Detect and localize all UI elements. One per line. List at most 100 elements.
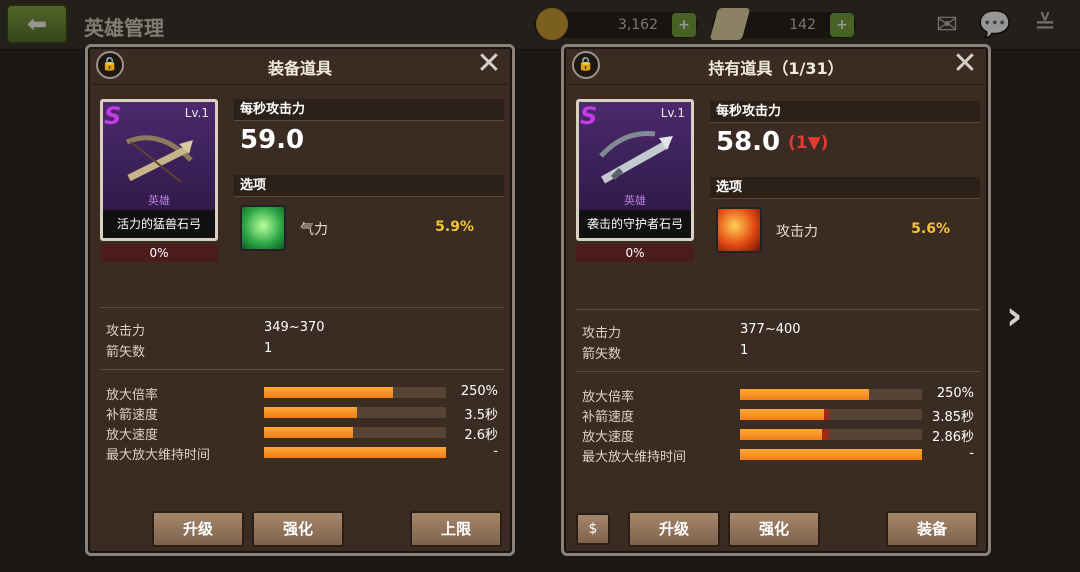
item-name: 袭击的守护者石弓 bbox=[579, 210, 691, 238]
divider bbox=[100, 307, 504, 308]
bar-value: 250% bbox=[460, 384, 498, 399]
item-grade: 英雄 bbox=[624, 194, 646, 207]
crossbow-icon bbox=[125, 135, 193, 183]
bar-label: 放大倍率 bbox=[106, 388, 159, 403]
stat-bar bbox=[264, 427, 446, 438]
stat-value: 1 bbox=[264, 341, 273, 356]
stat-bar bbox=[740, 449, 922, 460]
bar-label: 放大速度 bbox=[106, 428, 159, 443]
bar-label: 放大速度 bbox=[582, 430, 635, 445]
close-icon[interactable]: ✕ bbox=[474, 49, 504, 79]
dps-label: 每秒攻击力 bbox=[710, 101, 980, 123]
gold-counter: 3,162 + bbox=[534, 8, 698, 40]
divider bbox=[576, 309, 980, 310]
stat-label: 攻击力 bbox=[106, 324, 146, 339]
back-arrow-icon[interactable]: ⬅ bbox=[6, 4, 68, 44]
item-level: Lv.1 bbox=[660, 106, 685, 120]
option-value: 5.9% bbox=[435, 219, 474, 235]
page-title: 英雄管理 bbox=[84, 16, 164, 40]
panel-header: 🔒 持有道具（1/31） ✕ bbox=[564, 47, 988, 85]
stat-label: 箭矢数 bbox=[106, 345, 146, 360]
equipped-item-panel: 🔒 装备道具 ✕ S Lv.1 英雄 活力的猛兽石弓 0% 每秒攻击力 59.0… bbox=[85, 44, 515, 556]
bar-value: - bbox=[969, 446, 974, 461]
ticket-counter: 142 + bbox=[709, 8, 856, 40]
enhance-button[interactable]: 强化 bbox=[728, 511, 820, 547]
bar-fill bbox=[740, 429, 822, 440]
item-name: 活力的猛兽石弓 bbox=[103, 210, 215, 238]
bar-label: 放大倍率 bbox=[582, 390, 635, 405]
bar-value: 3.85秒 bbox=[932, 410, 974, 425]
bar-fill bbox=[264, 407, 357, 418]
bar-fill bbox=[264, 447, 446, 458]
close-icon[interactable]: ✕ bbox=[950, 49, 980, 79]
stat-bar bbox=[264, 407, 446, 418]
bar-value: 2.6秒 bbox=[464, 428, 498, 443]
gold-amount: 3,162 bbox=[617, 17, 658, 33]
enhance-button[interactable]: 强化 bbox=[252, 511, 344, 547]
option-name: 气力 bbox=[300, 222, 328, 238]
stat-bar bbox=[740, 389, 922, 400]
bar-fill bbox=[740, 409, 824, 420]
sell-coin-icon[interactable]: $ bbox=[576, 513, 610, 545]
gold-coin-icon bbox=[536, 8, 568, 40]
stat-bar bbox=[740, 409, 922, 420]
bar-loss bbox=[821, 429, 830, 440]
chevron-double-down-icon[interactable]: ≚ bbox=[1028, 10, 1062, 40]
bar-fill bbox=[740, 449, 922, 460]
divider bbox=[576, 371, 980, 372]
panel-title: 装备道具 bbox=[267, 59, 332, 78]
bar-value: 250% bbox=[936, 386, 974, 401]
chat-icon[interactable]: 💬 bbox=[978, 10, 1012, 40]
equip-button[interactable]: 装备 bbox=[886, 511, 978, 547]
bar-value: 3.5秒 bbox=[464, 408, 498, 423]
panel-title: 持有道具（1/31） bbox=[708, 59, 844, 78]
rank-badge: S bbox=[580, 102, 598, 130]
stat-value: 349~370 bbox=[264, 320, 325, 335]
stat-value: 377~400 bbox=[740, 322, 801, 337]
add-ticket-button[interactable]: + bbox=[830, 13, 854, 37]
attack-power-icon bbox=[716, 207, 762, 253]
item-card[interactable]: S Lv.1 英雄 袭击的守护者石弓 bbox=[576, 99, 694, 241]
bar-fill bbox=[264, 427, 354, 438]
stat-label: 攻击力 bbox=[582, 326, 622, 341]
bar-label: 补箭速度 bbox=[106, 408, 159, 423]
bar-value: - bbox=[493, 444, 498, 459]
upgrade-button[interactable]: 升级 bbox=[152, 511, 244, 547]
owned-item-panel: 🔒 持有道具（1/31） ✕ S Lv.1 英雄 袭击的守护者石弓 0% 每秒攻… bbox=[561, 44, 991, 556]
panel-header: 🔒 装备道具 ✕ bbox=[88, 47, 512, 85]
bar-fill bbox=[740, 389, 870, 400]
dps-value: 59.0 bbox=[240, 125, 305, 155]
bar-label: 补箭速度 bbox=[582, 410, 635, 425]
bar-fill bbox=[264, 387, 394, 398]
stamina-icon bbox=[240, 205, 286, 251]
item-grade: 英雄 bbox=[148, 194, 170, 207]
dps-value: 58.0 bbox=[716, 127, 781, 157]
bar-value: 2.86秒 bbox=[932, 430, 974, 445]
divider bbox=[100, 369, 504, 370]
dps-label: 每秒攻击力 bbox=[234, 99, 504, 121]
option-label: 选项 bbox=[710, 177, 980, 199]
limit-button[interactable]: 上限 bbox=[410, 511, 502, 547]
stat-value: 1 bbox=[740, 343, 749, 358]
chevron-right-icon[interactable]: › bbox=[1006, 296, 1038, 336]
ticket-amount: 142 bbox=[789, 17, 816, 33]
stat-bar bbox=[740, 429, 922, 440]
stat-bar bbox=[264, 447, 446, 458]
add-gold-button[interactable]: + bbox=[672, 13, 696, 37]
option-name: 攻击力 bbox=[776, 224, 818, 240]
ticket-icon bbox=[709, 8, 751, 40]
option-label: 选项 bbox=[234, 175, 504, 197]
rank-badge: S bbox=[104, 102, 122, 130]
option-value: 5.6% bbox=[911, 221, 950, 237]
item-progress: 0% bbox=[100, 244, 218, 262]
item-progress: 0% bbox=[576, 244, 694, 262]
mail-icon[interactable]: ✉ bbox=[930, 10, 964, 40]
top-bar: ⬅ 英雄管理 3,162 + 142 + ✉ 💬 ≚ bbox=[0, 0, 1080, 50]
item-card[interactable]: S Lv.1 英雄 活力的猛兽石弓 bbox=[100, 99, 218, 241]
bar-label: 最大放大维持时间 bbox=[582, 450, 687, 465]
crossbow-icon bbox=[599, 130, 673, 184]
upgrade-button[interactable]: 升级 bbox=[628, 511, 720, 547]
stat-bar bbox=[264, 387, 446, 398]
dps-delta: (1▼) bbox=[788, 133, 829, 153]
bar-label: 最大放大维持时间 bbox=[106, 448, 211, 463]
